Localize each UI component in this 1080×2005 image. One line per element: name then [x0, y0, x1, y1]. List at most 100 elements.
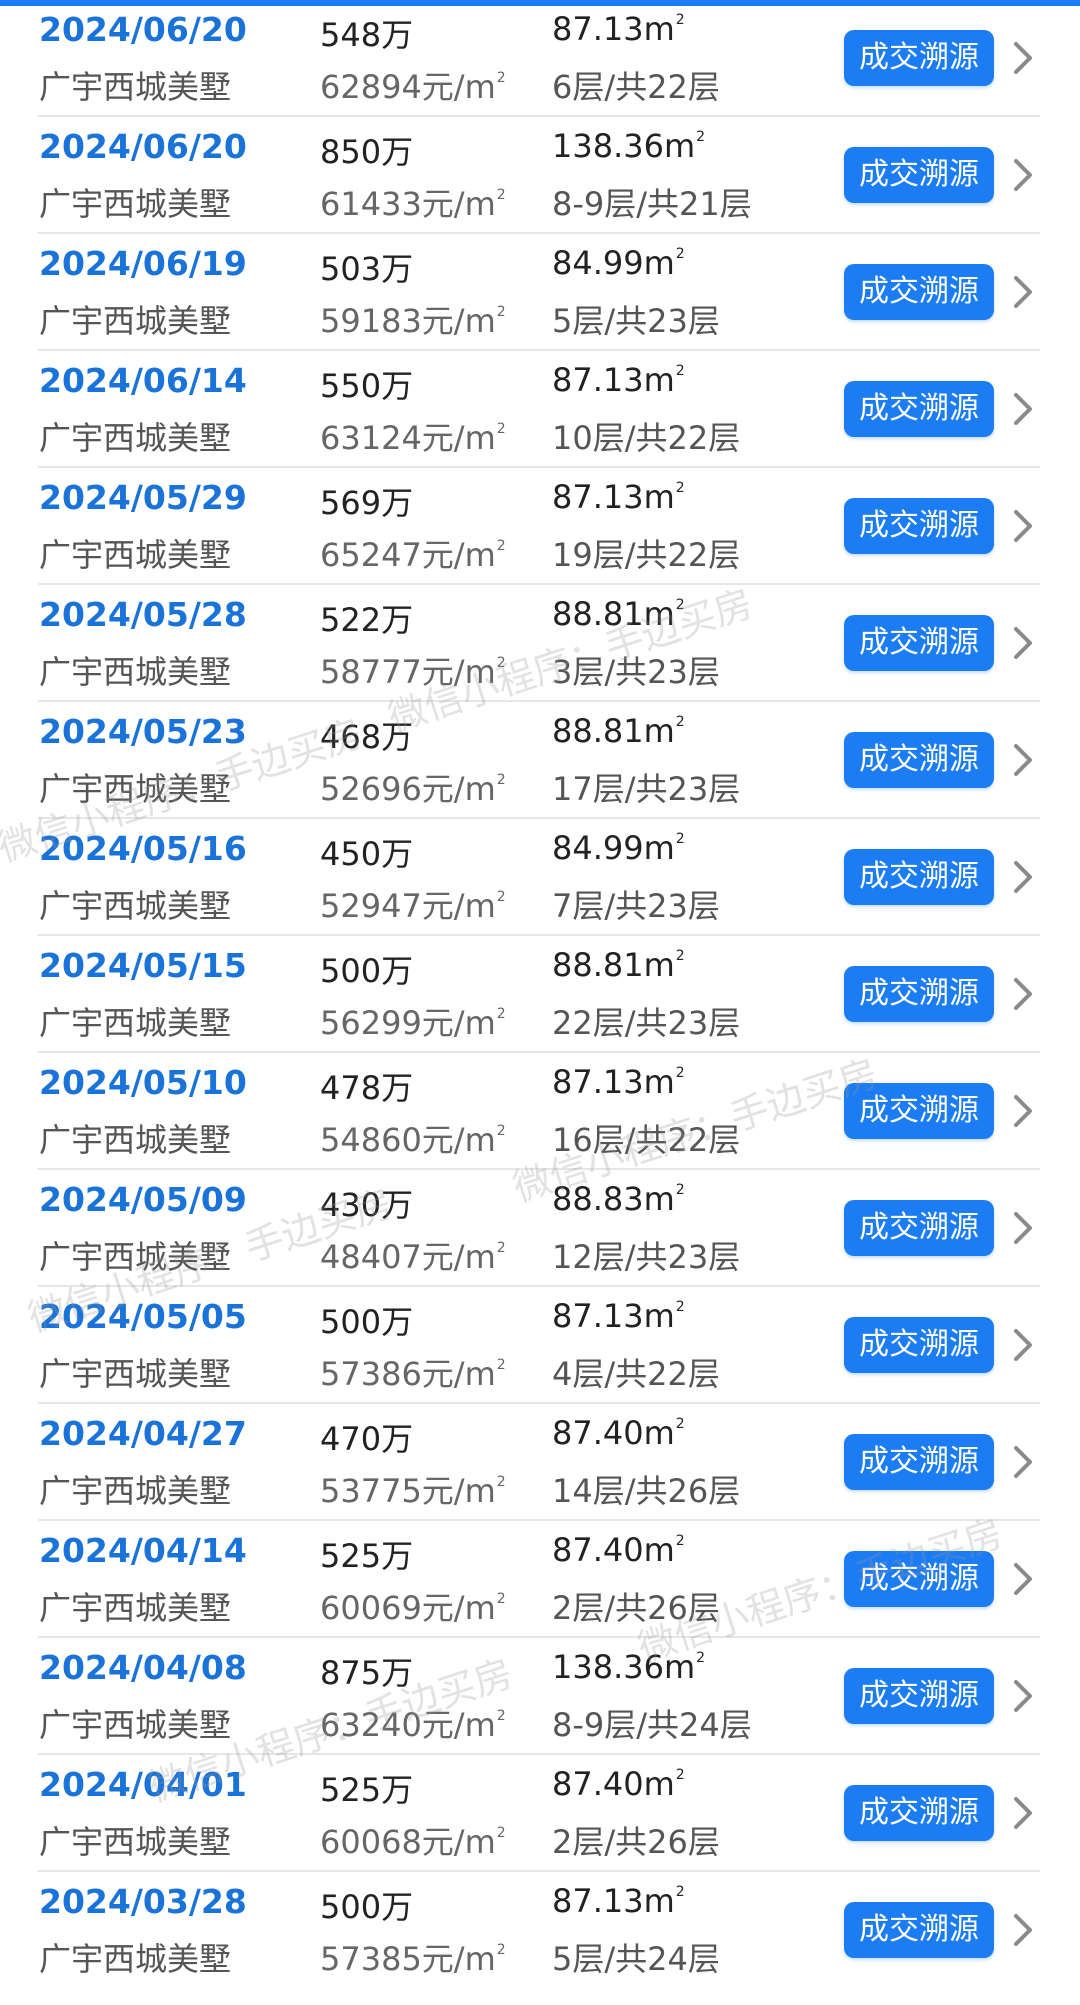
- floor-area: 87.13m2: [552, 1297, 685, 1335]
- transaction-row[interactable]: 2024/05/23 广宇西城美墅 468万 52696元/m2 88.81m2…: [0, 702, 1080, 819]
- transaction-row[interactable]: 2024/06/19 广宇西城美墅 503万 59183元/m2 84.99m2…: [0, 234, 1080, 351]
- transaction-row[interactable]: 2024/05/16 广宇西城美墅 450万 52947元/m2 84.99m2…: [0, 819, 1080, 936]
- transaction-date: 2024/06/20: [39, 10, 247, 49]
- transaction-date: 2024/04/01: [39, 1765, 247, 1804]
- floor-area: 87.13m2: [552, 1063, 685, 1101]
- floor-area: 88.81m2: [552, 712, 685, 750]
- trace-transaction-button[interactable]: 成交溯源: [844, 1317, 994, 1373]
- total-price: 503万: [320, 250, 414, 288]
- transaction-row[interactable]: 2024/04/14 广宇西城美墅 525万 60069元/m2 87.40m2…: [0, 1521, 1080, 1638]
- trace-transaction-button[interactable]: 成交溯源: [844, 966, 994, 1022]
- transaction-row[interactable]: 2024/05/09 广宇西城美墅 430万 48407元/m2 88.83m2…: [0, 1170, 1080, 1287]
- transaction-row[interactable]: 2024/04/08 广宇西城美墅 875万 63240元/m2 138.36m…: [0, 1638, 1080, 1755]
- transaction-date: 2024/06/14: [39, 361, 247, 400]
- unit-price: 58777元/m2: [320, 653, 506, 691]
- chevron-right-icon[interactable]: [1008, 1559, 1038, 1599]
- transaction-row[interactable]: 2024/05/05 广宇西城美墅 500万 57386元/m2 87.13m2…: [0, 1287, 1080, 1404]
- trace-transaction-button[interactable]: 成交溯源: [844, 1200, 994, 1256]
- floor-info: 8-9层/共24层: [552, 1706, 752, 1744]
- floor-area: 84.99m2: [552, 829, 685, 867]
- trace-transaction-button[interactable]: 成交溯源: [844, 1785, 994, 1841]
- total-price: 525万: [320, 1537, 414, 1575]
- unit-price: 57385元/m2: [320, 1940, 506, 1978]
- chevron-right-icon[interactable]: [1008, 389, 1038, 429]
- chevron-right-icon[interactable]: [1008, 1091, 1038, 1131]
- community-name: 广宇西城美墅: [39, 653, 232, 691]
- trace-transaction-button[interactable]: 成交溯源: [844, 1551, 994, 1607]
- chevron-right-icon[interactable]: [1008, 974, 1038, 1014]
- total-price: 500万: [320, 1888, 414, 1926]
- trace-transaction-button[interactable]: 成交溯源: [844, 1434, 994, 1490]
- trace-transaction-button[interactable]: 成交溯源: [844, 498, 994, 554]
- transaction-date: 2024/05/09: [39, 1180, 247, 1219]
- floor-area: 88.81m2: [552, 595, 685, 633]
- total-price: 569万: [320, 484, 414, 522]
- unit-price: 59183元/m2: [320, 302, 506, 340]
- unit-price: 52696元/m2: [320, 770, 506, 808]
- chevron-right-icon[interactable]: [1008, 1910, 1038, 1950]
- transaction-date: 2024/06/19: [39, 244, 247, 283]
- total-price: 468万: [320, 718, 414, 756]
- trace-transaction-button[interactable]: 成交溯源: [844, 849, 994, 905]
- chevron-right-icon[interactable]: [1008, 1442, 1038, 1482]
- transaction-row[interactable]: 2024/05/15 广宇西城美墅 500万 56299元/m2 88.81m2…: [0, 936, 1080, 1053]
- trace-transaction-button[interactable]: 成交溯源: [844, 1902, 994, 1958]
- floor-info: 12层/共23层: [552, 1238, 741, 1276]
- community-name: 广宇西城美墅: [39, 1121, 232, 1159]
- transaction-date: 2024/04/14: [39, 1531, 247, 1570]
- community-name: 广宇西城美墅: [39, 419, 232, 457]
- chevron-right-icon[interactable]: [1008, 623, 1038, 663]
- transaction-row[interactable]: 2024/06/20 广宇西城美墅 548万 62894元/m2 87.13m2…: [0, 0, 1080, 117]
- transaction-row[interactable]: 2024/05/29 广宇西城美墅 569万 65247元/m2 87.13m2…: [0, 468, 1080, 585]
- unit-price: 65247元/m2: [320, 536, 506, 574]
- community-name: 广宇西城美墅: [39, 1355, 232, 1393]
- total-price: 548万: [320, 16, 414, 54]
- floor-area: 87.40m2: [552, 1414, 685, 1452]
- trace-transaction-button[interactable]: 成交溯源: [844, 30, 994, 86]
- transaction-row[interactable]: 2024/06/14 广宇西城美墅 550万 63124元/m2 87.13m2…: [0, 351, 1080, 468]
- unit-price: 56299元/m2: [320, 1004, 506, 1042]
- transaction-row[interactable]: 2024/05/28 广宇西城美墅 522万 58777元/m2 88.81m2…: [0, 585, 1080, 702]
- chevron-right-icon[interactable]: [1008, 1208, 1038, 1248]
- transaction-row[interactable]: 2024/05/10 广宇西城美墅 478万 54860元/m2 87.13m2…: [0, 1053, 1080, 1170]
- floor-info: 3层/共23层: [552, 653, 720, 691]
- floor-info: 2层/共26层: [552, 1589, 720, 1627]
- floor-info: 6层/共22层: [552, 68, 720, 106]
- floor-area: 88.81m2: [552, 946, 685, 984]
- unit-price: 63124元/m2: [320, 419, 506, 457]
- community-name: 广宇西城美墅: [39, 770, 232, 808]
- community-name: 广宇西城美墅: [39, 1823, 232, 1861]
- floor-info: 2层/共26层: [552, 1823, 720, 1861]
- floor-area: 138.36m2: [552, 127, 706, 165]
- chevron-right-icon[interactable]: [1008, 740, 1038, 780]
- chevron-right-icon[interactable]: [1008, 1676, 1038, 1716]
- trace-transaction-button[interactable]: 成交溯源: [844, 381, 994, 437]
- floor-area: 87.13m2: [552, 1882, 685, 1920]
- chevron-right-icon[interactable]: [1008, 506, 1038, 546]
- chevron-right-icon[interactable]: [1008, 1325, 1038, 1365]
- transaction-row[interactable]: 2024/03/28 广宇西城美墅 500万 57385元/m2 87.13m2…: [0, 1872, 1080, 1989]
- trace-transaction-button[interactable]: 成交溯源: [844, 732, 994, 788]
- transaction-date: 2024/05/10: [39, 1063, 247, 1102]
- community-name: 广宇西城美墅: [39, 536, 232, 574]
- community-name: 广宇西城美墅: [39, 1238, 232, 1276]
- transaction-row[interactable]: 2024/04/27 广宇西城美墅 470万 53775元/m2 87.40m2…: [0, 1404, 1080, 1521]
- trace-transaction-button[interactable]: 成交溯源: [844, 1083, 994, 1139]
- transaction-row[interactable]: 2024/04/01 广宇西城美墅 525万 60068元/m2 87.40m2…: [0, 1755, 1080, 1872]
- floor-info: 5层/共23层: [552, 302, 720, 340]
- transaction-row[interactable]: 2024/06/20 广宇西城美墅 850万 61433元/m2 138.36m…: [0, 117, 1080, 234]
- total-price: 550万: [320, 367, 414, 405]
- trace-transaction-button[interactable]: 成交溯源: [844, 615, 994, 671]
- chevron-right-icon[interactable]: [1008, 1793, 1038, 1833]
- chevron-right-icon[interactable]: [1008, 272, 1038, 312]
- total-price: 450万: [320, 835, 414, 873]
- trace-transaction-button[interactable]: 成交溯源: [844, 147, 994, 203]
- community-name: 广宇西城美墅: [39, 1940, 232, 1978]
- total-price: 522万: [320, 601, 414, 639]
- chevron-right-icon[interactable]: [1008, 38, 1038, 78]
- chevron-right-icon[interactable]: [1008, 857, 1038, 897]
- transaction-date: 2024/05/23: [39, 712, 247, 751]
- chevron-right-icon[interactable]: [1008, 155, 1038, 195]
- trace-transaction-button[interactable]: 成交溯源: [844, 1668, 994, 1724]
- trace-transaction-button[interactable]: 成交溯源: [844, 264, 994, 320]
